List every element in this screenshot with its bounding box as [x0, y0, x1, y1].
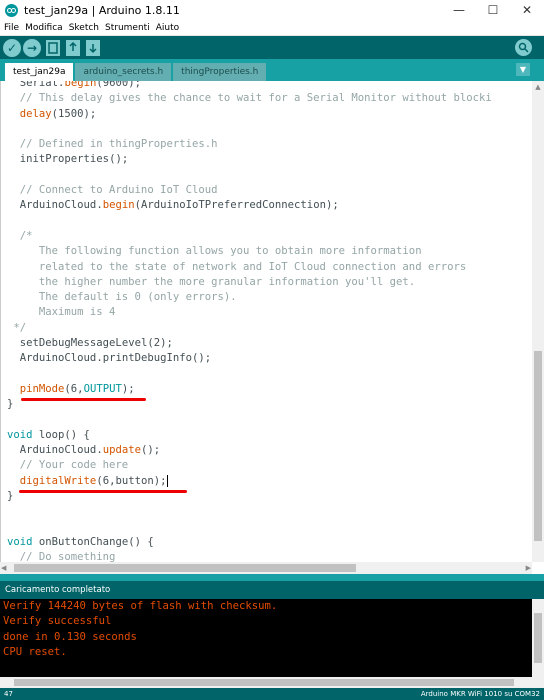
code-line[interactable]: delay(1500); [7, 107, 492, 122]
console-line: Verify 144240 bytes of flash with checks… [3, 600, 278, 612]
upload-button[interactable]: → [23, 38, 41, 57]
code-line[interactable] [7, 520, 492, 535]
scroll-right-icon[interactable]: ▶ [526, 562, 531, 574]
code-line[interactable]: ArduinoCloud.update(); [7, 443, 492, 458]
status-bar: Caricamento completato [0, 581, 544, 599]
text-cursor [166, 474, 168, 487]
scroll-thumb[interactable] [14, 564, 356, 572]
code-line[interactable]: ArduinoCloud.begin(ArduinoIoTPreferredCo… [7, 198, 492, 213]
code-line[interactable]: // Defined in thingProperties.h [7, 137, 492, 152]
console-output: Verify 144240 bytes of flash with checks… [0, 599, 532, 677]
menu-modifica[interactable]: Modifica [24, 23, 64, 33]
arrow-right-icon: → [26, 40, 38, 55]
editor-horizontal-scrollbar[interactable]: ◀ ▶ [0, 562, 532, 574]
status-message: Caricamento completato [5, 585, 111, 595]
code-line[interactable]: The default is 0 (only errors). [7, 290, 492, 305]
footer-bar: 47 Arduino MKR WiFi 1010 su COM32 [0, 688, 544, 700]
maximize-button[interactable]: ☐ [476, 0, 510, 20]
code-line[interactable] [7, 504, 492, 519]
verify-button[interactable]: ✓ [3, 38, 21, 57]
console-line: done in 0.130 seconds [3, 630, 137, 643]
menu-bar: File Modifica Sketch Strumenti Aiuto [0, 20, 544, 36]
code-line[interactable] [7, 168, 492, 183]
code-line[interactable]: the higher number the more granular info… [7, 275, 492, 290]
editor-vertical-scrollbar[interactable]: ▲ [532, 81, 544, 562]
scroll-thumb[interactable] [534, 613, 542, 663]
console-line: CPU reset. [3, 645, 67, 658]
code-line[interactable]: digitalWrite(6,button); [7, 474, 492, 489]
code-line[interactable]: void onButtonChange() { [7, 535, 492, 550]
tab-thing-properties[interactable]: thingProperties.h [173, 63, 267, 81]
toolbar: ✓ → [0, 36, 544, 59]
close-button[interactable]: ✕ [510, 0, 544, 20]
serial-monitor-button[interactable] [515, 39, 532, 56]
code-line[interactable] [7, 367, 492, 382]
title-bar: test_jan29a | Arduino 1.8.11 — ☐ ✕ [0, 0, 544, 20]
serial-monitor-icon [518, 42, 529, 53]
minimize-button[interactable]: — [442, 0, 476, 20]
menu-sketch[interactable]: Sketch [68, 23, 100, 33]
code-line[interactable]: Serial.begin(9600); [7, 81, 492, 91]
code-line[interactable]: */ [7, 321, 492, 336]
console-line: Verify successful [3, 615, 112, 628]
red-underline-digitalwrite [19, 490, 187, 494]
code-line[interactable]: // Your code here [7, 458, 492, 473]
menu-strumenti[interactable]: Strumenti [104, 23, 151, 33]
code-line[interactable]: related to the state of network and IoT … [7, 260, 492, 275]
code-line[interactable]: initProperties(); [7, 152, 492, 167]
panel-divider[interactable] [0, 574, 544, 581]
console-horizontal-scrollbar[interactable] [0, 677, 544, 688]
menu-file[interactable]: File [3, 23, 20, 33]
code-line[interactable]: Maximum is 4 [7, 305, 492, 320]
console-vertical-scrollbar[interactable] [532, 599, 544, 677]
code-line[interactable] [7, 122, 492, 137]
open-icon [69, 41, 77, 51]
line-number: 47 [4, 690, 13, 698]
scroll-up-icon[interactable]: ▲ [532, 81, 544, 93]
code-line[interactable]: setDebugMessageLevel(2); [7, 336, 492, 351]
code-editor[interactable]: Serial.begin(9600); // This delay gives … [0, 81, 532, 562]
code-line[interactable] [7, 214, 492, 229]
code-line[interactable]: The following function allows you to obt… [7, 244, 492, 259]
arduino-logo-icon [5, 3, 18, 17]
code-line[interactable]: /* [7, 229, 492, 244]
scroll-thumb[interactable] [534, 351, 542, 541]
save-icon [89, 43, 97, 53]
code-line[interactable]: // This delay gives the chance to wait f… [7, 91, 492, 106]
red-underline-pinmode [21, 398, 146, 402]
window-title: test_jan29a | Arduino 1.8.11 [24, 3, 180, 17]
tab-bar: test_jan29a arduino_secrets.h thingPrope… [0, 59, 544, 81]
menu-aiuto[interactable]: Aiuto [155, 23, 180, 33]
save-sketch-button[interactable] [86, 39, 100, 56]
board-info: Arduino MKR WiFi 1010 su COM32 [420, 690, 540, 698]
code-line[interactable]: ArduinoCloud.printDebugInfo(); [7, 351, 492, 366]
code-line[interactable] [7, 413, 492, 428]
tab-test-jan29a[interactable]: test_jan29a [5, 63, 74, 81]
open-sketch-button[interactable] [66, 39, 80, 56]
code-line[interactable]: // Do something [7, 550, 492, 562]
checkmark-icon: ✓ [6, 40, 18, 55]
new-icon [48, 41, 58, 54]
code-line[interactable]: // Connect to Arduino IoT Cloud [7, 183, 492, 198]
chevron-down-icon: ▼ [519, 65, 527, 74]
scroll-thumb[interactable] [14, 679, 514, 686]
code-line[interactable]: void loop() { [7, 428, 492, 443]
code-line[interactable]: pinMode(6,OUTPUT); [7, 382, 492, 397]
tab-arduino-secrets[interactable]: arduino_secrets.h [75, 63, 172, 81]
tab-menu-button[interactable]: ▼ [516, 63, 530, 76]
new-sketch-button[interactable] [46, 39, 60, 56]
scroll-left-icon[interactable]: ◀ [1, 562, 6, 574]
